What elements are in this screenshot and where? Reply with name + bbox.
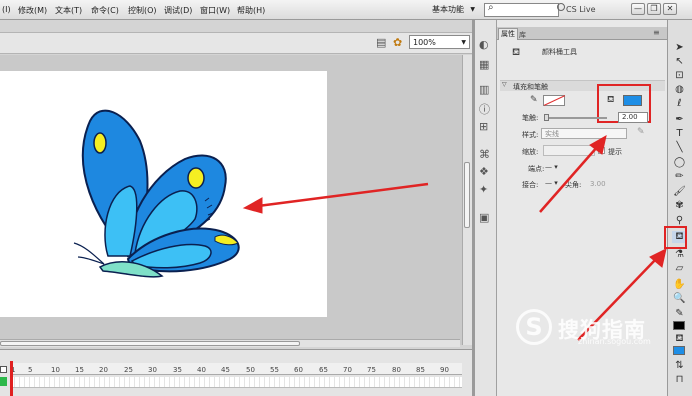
arrow-to-fill-color xyxy=(539,135,607,213)
watermark-url: zhinan.sogou.com xyxy=(578,337,651,346)
arrow-to-butterfly xyxy=(242,182,429,214)
sogou-logo-icon: S xyxy=(516,309,552,345)
